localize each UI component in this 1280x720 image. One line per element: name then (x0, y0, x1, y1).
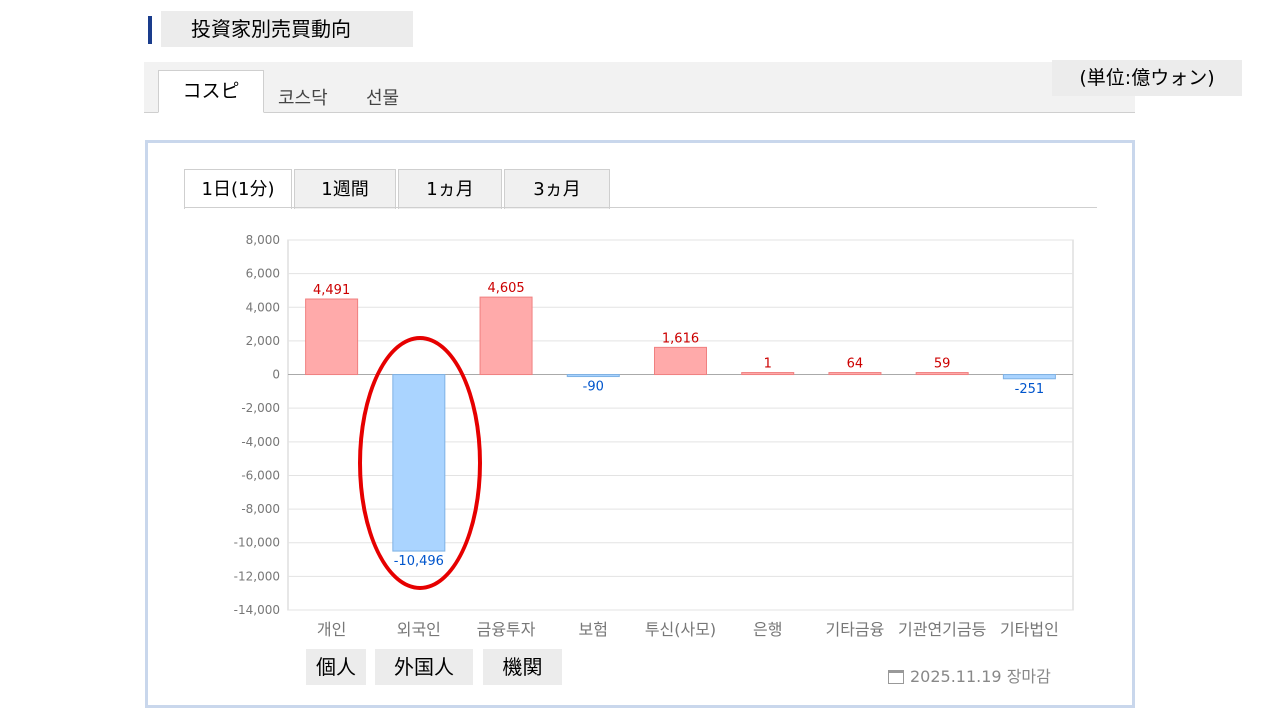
x-tick-label-8: 기타법인 (1000, 620, 1059, 639)
bar-8 (1002, 374, 1056, 380)
y-tick-label: -10,000 (234, 536, 280, 550)
data-label-6: 64 (847, 357, 864, 372)
date-stamp-text: 2025.11.19 장마감 (910, 667, 1051, 686)
bar-3 (566, 374, 620, 378)
gloss-institution: 機関 (483, 649, 562, 685)
x-tick-label-4: 투신(사모) (645, 620, 716, 639)
x-tick-label-2: 금융투자 (477, 620, 536, 639)
section-marker (148, 16, 152, 44)
bar-0 (305, 298, 359, 376)
x-tick-label-3: 보험 (579, 620, 608, 639)
y-tick-label: 4,000 (246, 300, 280, 314)
y-tick-label: 2,000 (246, 334, 280, 348)
data-label-8: -251 (1015, 382, 1045, 397)
bar-6 (828, 372, 882, 376)
highlight-ellipse (358, 336, 482, 590)
y-tick-label: -6,000 (241, 468, 280, 482)
x-tick-label-6: 기타금융 (825, 620, 884, 639)
bar-5 (741, 372, 795, 376)
tab-futures[interactable]: 선물 (366, 84, 399, 110)
gloss-individual: 個人 (306, 649, 366, 685)
bar-2 (479, 296, 533, 376)
y-tick-label: -2,000 (241, 401, 280, 415)
x-tick-label-7: 기관연기금등 (898, 620, 986, 639)
date-stamp: 2025.11.19 장마감 (888, 663, 1051, 687)
y-tick-label: 6,000 (246, 267, 280, 281)
market-tab-bar: コスピ 코스닥 선물 (144, 62, 1135, 113)
data-label-0: 4,491 (313, 283, 350, 298)
bar-4 (654, 346, 707, 376)
page-title: 投資家別売買動向 (161, 11, 413, 47)
x-tick-label-5: 은행 (753, 620, 782, 639)
chart-panel: 1日(1分) 1週間 1ヵ月 3ヵ月 8,000 6,000 4,000 2,000 0… (145, 140, 1135, 708)
data-label-7: 59 (934, 357, 951, 372)
bar-chart: 8,000 6,000 4,000 2,000 0 -2,000 -4,000 -6,000 -… (234, 233, 1074, 639)
x-tick-label-1: 외국인 (397, 620, 441, 639)
data-label-5: 1 (764, 357, 772, 372)
calendar-icon (888, 670, 904, 684)
y-tick-label: 8,000 (246, 233, 280, 247)
y-tick-label: -12,000 (234, 569, 280, 583)
data-label-4: 1,616 (662, 331, 699, 346)
data-label-3: -90 (583, 380, 604, 395)
data-label-2: 4,605 (487, 281, 524, 296)
tab-kospi[interactable]: コスピ (158, 70, 264, 113)
y-tick-label: -14,000 (234, 603, 280, 617)
unit-label: (単位:億ウォン) (1052, 60, 1242, 96)
x-tick-label-0: 개인 (317, 620, 346, 639)
y-tick-label: 0 (272, 368, 280, 382)
y-tick-label: -8,000 (241, 502, 280, 516)
gloss-foreigner: 外国人 (375, 649, 473, 685)
tab-kosdaq[interactable]: 코스닥 (278, 84, 328, 110)
y-tick-label: -4,000 (241, 435, 280, 449)
bar-7 (915, 372, 969, 376)
